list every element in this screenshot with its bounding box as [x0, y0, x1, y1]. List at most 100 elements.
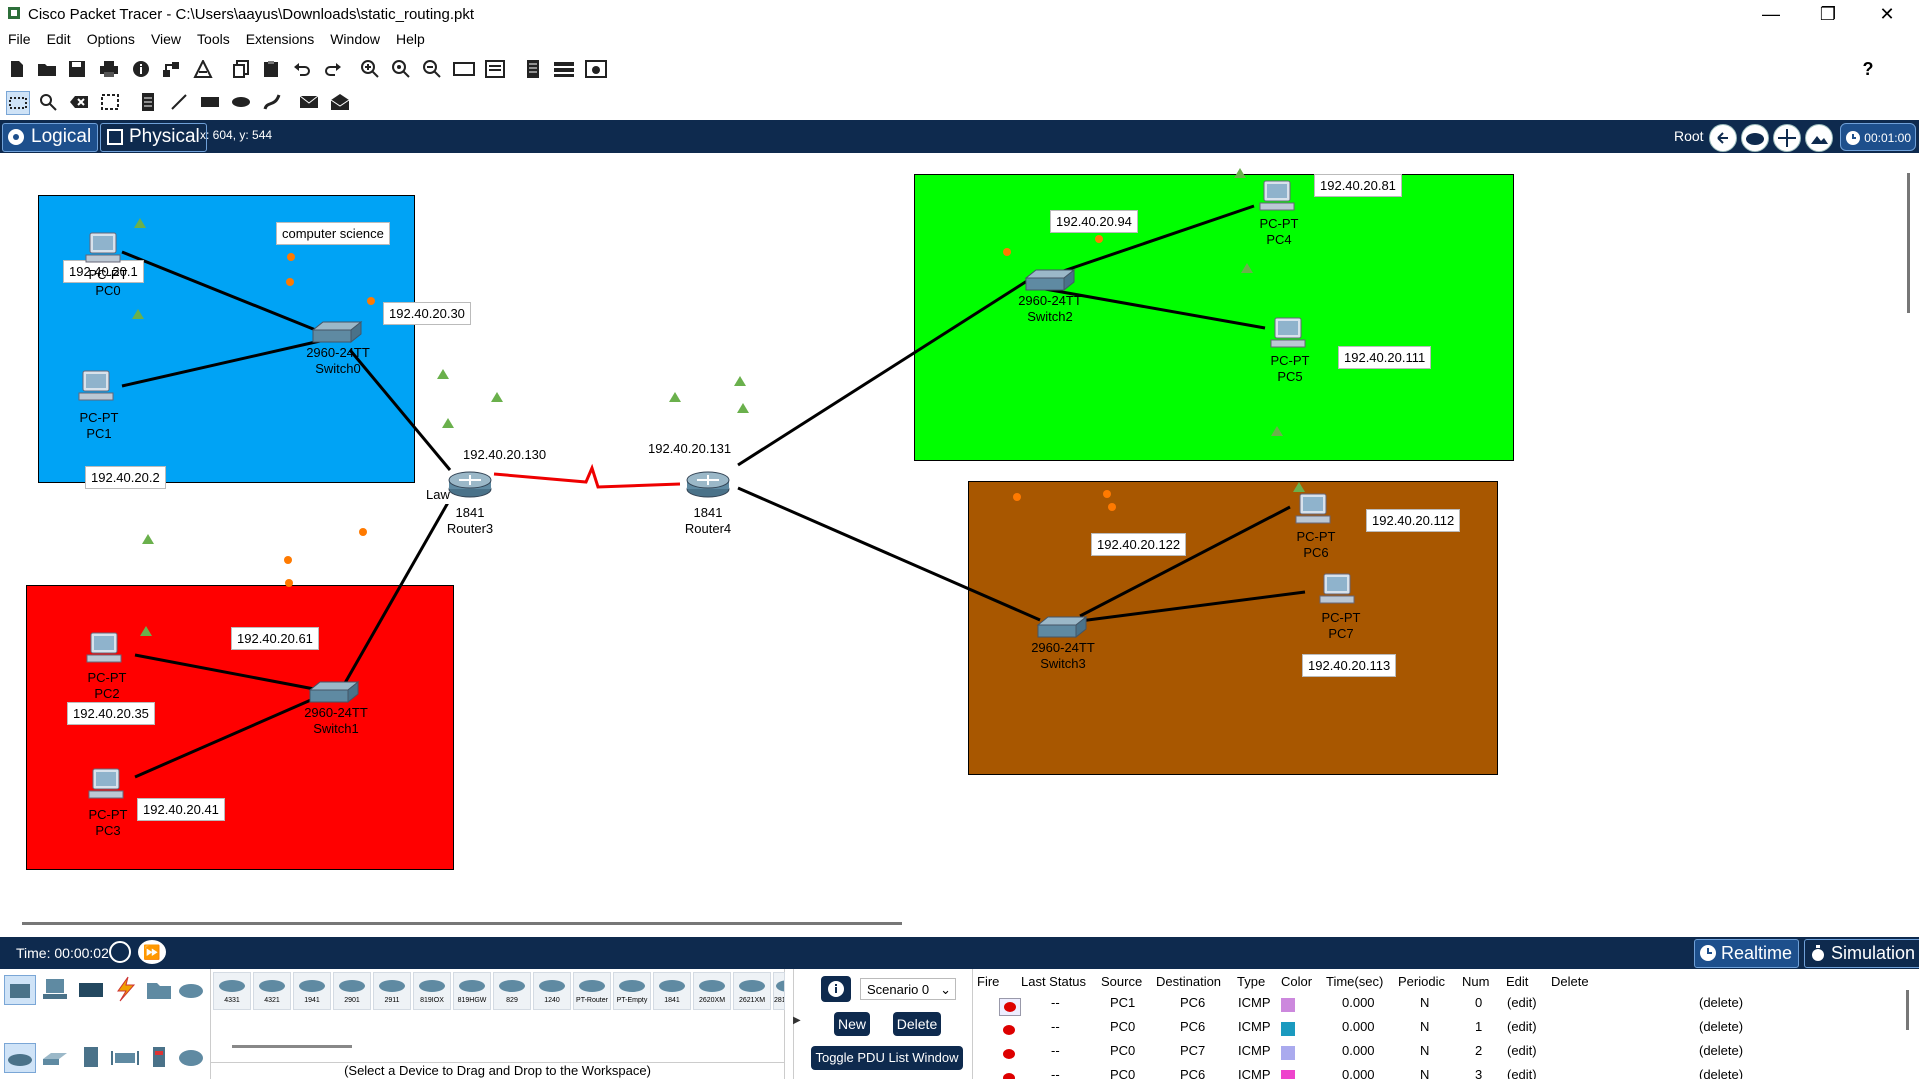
device-list-scrollbar[interactable] — [232, 1045, 352, 1048]
pdu-list-scrollbar[interactable] — [1906, 990, 1909, 1030]
device-pc1[interactable] — [75, 369, 115, 408]
components-icon[interactable] — [76, 975, 106, 1003]
splitter-arrow-icon[interactable]: ▶ — [793, 1015, 801, 1026]
tab-physical[interactable]: Physical — [100, 123, 207, 152]
device-model-819iox[interactable]: 819IOX — [413, 972, 451, 1010]
device-pc4[interactable] — [1256, 179, 1296, 218]
copy-icon[interactable] — [230, 58, 252, 80]
serial-cable-r3-r4[interactable] — [493, 463, 681, 489]
move-object-icon[interactable] — [1773, 124, 1801, 152]
zoom-out-icon[interactable] — [421, 58, 443, 80]
minimize-button[interactable]: — — [1748, 0, 1794, 28]
cluster-icon[interactable] — [1741, 124, 1769, 152]
pdu-row-edit-link[interactable]: (edit) — [1507, 1067, 1537, 1079]
pdu-row-delete-link[interactable]: (delete) — [1699, 1067, 1743, 1079]
fire-button[interactable] — [999, 1046, 1019, 1062]
miscellaneous-icon[interactable] — [144, 975, 174, 1003]
device-pc6[interactable] — [1292, 492, 1332, 531]
restore-button[interactable]: ❐ — [1805, 0, 1851, 28]
pdu-row-edit-link[interactable]: (edit) — [1507, 1043, 1537, 1058]
help-icon[interactable]: ? — [1857, 58, 1879, 80]
viewport-time[interactable]: 00:01:00 — [1840, 123, 1916, 151]
menu-view[interactable]: View — [143, 28, 189, 47]
line-tool-icon[interactable] — [168, 91, 190, 113]
menu-tools[interactable]: Tools — [189, 28, 238, 47]
redo-icon[interactable] — [322, 58, 344, 80]
scenario-select[interactable]: Scenario 0 ⌄ — [860, 978, 956, 1000]
set-background-icon[interactable] — [1805, 124, 1833, 152]
device-model-2811[interactable]: 2811 — [773, 972, 785, 1010]
device-model-1240[interactable]: 1240 — [533, 972, 571, 1010]
cable-pc1-sw0[interactable] — [121, 339, 321, 388]
delete-scenario-button[interactable]: Delete — [893, 1012, 941, 1036]
device-pc0[interactable] — [82, 231, 122, 270]
menu-edit[interactable]: Edit — [39, 28, 79, 47]
device-router4[interactable] — [685, 469, 731, 502]
add-simple-pdu-icon[interactable] — [298, 91, 320, 113]
rectangle-tool-icon[interactable] — [199, 91, 221, 113]
network-info-icon[interactable] — [160, 58, 182, 80]
fast-forward-icon[interactable]: ⏩ — [138, 940, 166, 964]
device-pc2[interactable] — [83, 631, 123, 670]
cable-pc2-sw1[interactable] — [134, 653, 331, 694]
connections-icon[interactable] — [110, 975, 140, 1003]
pdu-row-edit-link[interactable]: (edit) — [1507, 995, 1537, 1010]
device-router3[interactable] — [447, 469, 493, 502]
pdu-row-delete-link[interactable]: (delete) — [1699, 1019, 1743, 1034]
device-switch3[interactable] — [1036, 615, 1088, 642]
device-model-4321[interactable]: 4321 — [253, 972, 291, 1010]
activity-wizard-icon[interactable] — [192, 58, 214, 80]
pdu-row-delete-link[interactable]: (delete) — [1699, 995, 1743, 1010]
web-view-icon[interactable] — [585, 58, 607, 80]
realtime-mode-button[interactable]: Realtime — [1694, 939, 1800, 968]
open-folder-icon[interactable] — [36, 58, 58, 80]
cable-sw3-pc6[interactable] — [1079, 505, 1291, 618]
menu-options[interactable]: Options — [79, 28, 143, 47]
drawing-palette-icon[interactable] — [453, 58, 475, 80]
device-pc5[interactable] — [1267, 316, 1307, 355]
device-model-2901[interactable]: 2901 — [333, 972, 371, 1010]
pdu-row-delete-link[interactable]: (delete) — [1699, 1043, 1743, 1058]
cable-sw3-pc7[interactable] — [1079, 590, 1306, 623]
ipc-icon[interactable] — [522, 58, 544, 80]
logical-workspace[interactable]: computer science Law 192.40.20.1 192.40.… — [0, 153, 1910, 927]
cable-pc3-sw1[interactable] — [134, 694, 321, 779]
device-model-4331[interactable]: 4331 — [213, 972, 251, 1010]
freeform-tool-icon[interactable] — [261, 91, 283, 113]
horizontal-scrollbar[interactable] — [22, 922, 902, 925]
multiuser-icon[interactable] — [176, 975, 206, 1003]
device-model-1941[interactable]: 1941 — [293, 972, 331, 1010]
tab-logical[interactable]: Logical — [2, 123, 99, 152]
device-model-829[interactable]: 829 — [493, 972, 531, 1010]
info-icon[interactable] — [821, 976, 851, 1002]
device-model-2621xm[interactable]: 2621XM — [733, 972, 771, 1010]
device-model-pt-empty[interactable]: PT-Empty — [613, 972, 651, 1010]
new-file-icon[interactable] — [6, 58, 28, 80]
save-icon[interactable] — [66, 58, 88, 80]
server-rack-icon[interactable] — [553, 58, 575, 80]
device-switch2[interactable] — [1024, 268, 1076, 295]
power-cycle-icon[interactable] — [109, 941, 131, 963]
select-tool-icon[interactable] — [6, 91, 30, 115]
menu-file[interactable]: File — [0, 28, 39, 47]
undo-icon[interactable] — [291, 58, 313, 80]
zoom-in-icon[interactable] — [359, 58, 381, 80]
print-icon[interactable] — [98, 58, 120, 80]
custom-device-icon[interactable] — [484, 58, 506, 80]
device-model-2911[interactable]: 2911 — [373, 972, 411, 1010]
simulation-mode-button[interactable]: Simulation — [1804, 939, 1919, 968]
end-devices-icon[interactable] — [40, 975, 70, 1003]
paste-icon[interactable] — [260, 58, 282, 80]
pdu-row-edit-link[interactable]: (edit) — [1507, 1019, 1537, 1034]
fire-button[interactable] — [999, 1022, 1019, 1038]
device-switch0[interactable] — [311, 320, 363, 347]
device-pc3[interactable] — [85, 767, 125, 806]
add-complex-pdu-icon[interactable] — [329, 91, 351, 113]
close-button[interactable]: ✕ — [1864, 0, 1910, 28]
menu-extensions[interactable]: Extensions — [238, 28, 322, 47]
device-model-pt-router[interactable]: PT-Router — [573, 972, 611, 1010]
menu-help[interactable]: Help — [388, 28, 433, 47]
cable-r4-sw2[interactable] — [737, 279, 1028, 467]
note-tool-icon[interactable] — [137, 91, 159, 113]
network-devices-icon[interactable] — [4, 975, 36, 1005]
